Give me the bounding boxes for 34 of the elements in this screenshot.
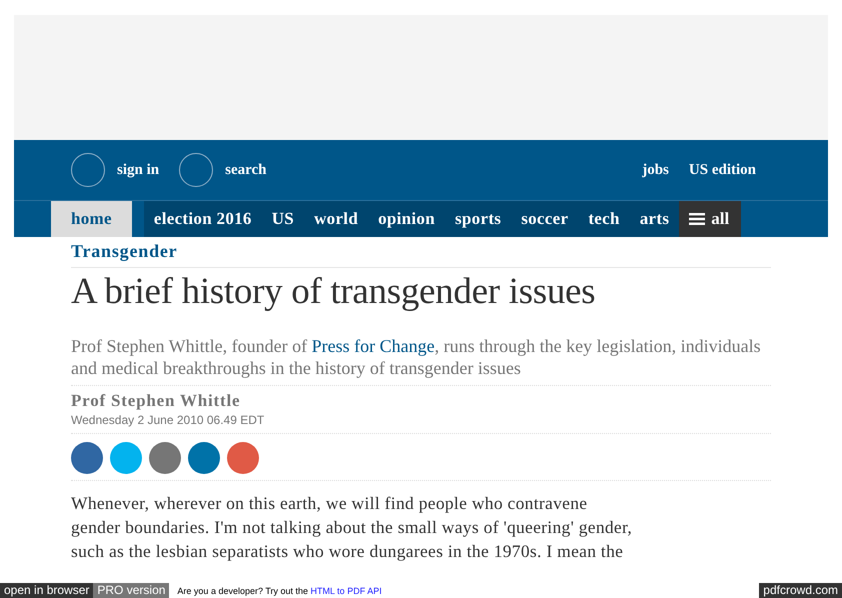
standfirst: Prof Stephen Whittle, founder of Press for Change, runs through the key legislation, individuals and medical breakthroughs in the history of transgender issues [71,335,771,386]
pro-version-link[interactable]: PRO version [93,583,170,598]
nav-tab[interactable]: sports [445,201,512,237]
header-link[interactable]: jobs [642,162,669,178]
nav-tab[interactable]: world [304,201,368,237]
byline[interactable]: Prof Stephen Whittle [71,386,771,411]
press-link[interactable]: Press for Change [312,336,435,356]
brand-label: pdfcrowd.com [759,583,842,598]
share-icon[interactable] [149,442,181,474]
body-text: Whenever, wherever on this earth, we will find people who contravene [71,492,588,515]
api-link[interactable]: HTML to PDF API [310,586,382,596]
header-link[interactable]: US edition [688,162,756,178]
promo-text: Are you a developer? Try out the HTML to PDF API [177,586,382,596]
nav-tab[interactable]: tech [578,201,630,237]
dateline: Wednesday 2 June 2010 06.49 EDT [71,411,771,434]
search-link[interactable]: search [225,162,266,178]
share-icon[interactable] [227,442,259,474]
share-icon[interactable] [110,442,142,474]
share-icon[interactable] [71,442,103,474]
nav-tab[interactable]: arts [630,201,680,237]
open-in-browser-link[interactable]: open in browser [0,583,94,598]
sign-in-link[interactable]: sign in [117,162,160,178]
all-sections-button[interactable]: all [679,201,742,237]
menu-icon [689,213,706,225]
body-text: such as the lesbian separatists who wore dungarees in the 1970s. I mean the [71,540,624,563]
nav-tab[interactable]: opinion [368,201,445,237]
share-icon[interactable] [188,442,220,474]
nav-tab[interactable]: election 2016 [144,201,262,237]
headline: A brief history of transgender issues [71,270,596,314]
section-label[interactable]: Transgender [71,237,771,268]
nav-tab[interactable]: US [262,201,304,237]
body-text: gender boundaries. I'm not talking about the small ways of 'queering' gender, [71,516,634,539]
nav-tab[interactable]: soccer [511,201,578,237]
nav-tab[interactable]: home [51,201,132,237]
